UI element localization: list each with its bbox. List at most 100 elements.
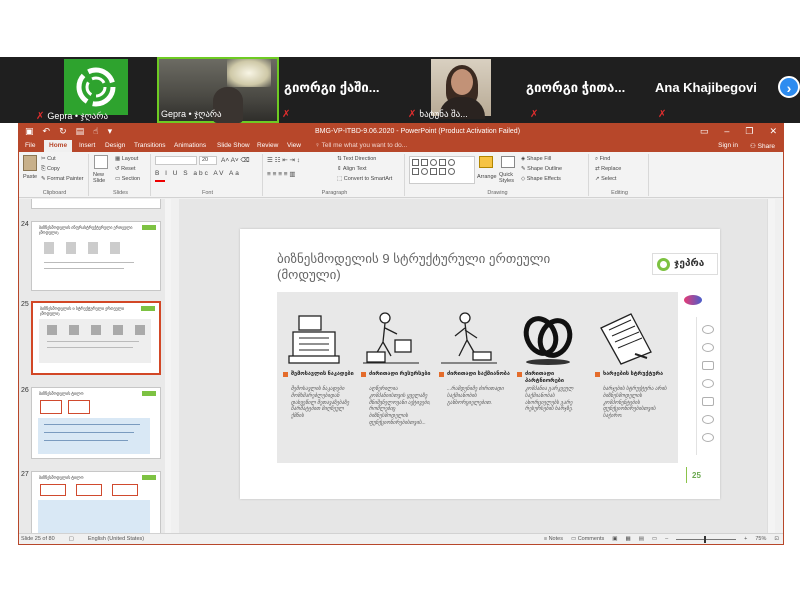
paste-icon[interactable]: [23, 155, 37, 171]
thumbnail-title: ბიზნესმოდელის 9 სტრუქტურული ერთეული (მოდ…: [40, 306, 125, 316]
muted-mic-icon: ✗: [408, 109, 417, 120]
zoom-in-icon[interactable]: +: [744, 536, 747, 542]
rectangle-shape: [412, 159, 419, 166]
normal-view-icon[interactable]: ▣: [612, 536, 617, 542]
minimize-icon[interactable]: –: [724, 126, 729, 137]
shape-outline-button[interactable]: ✎ Shape Outline: [521, 166, 562, 172]
participant-video[interactable]: Gepra • ჯღარა: [157, 57, 279, 123]
current-slide[interactable]: ბიზნესმოდელის 9 სტრუქტურული ერთეული (მოდ…: [240, 229, 720, 499]
next-page-button[interactable]: ›: [778, 76, 800, 98]
tell-me-search[interactable]: ♀ Tell me what you want to do...: [315, 142, 407, 149]
align-buttons[interactable]: ≡ ≡ ≡ ≡ ▥: [267, 170, 296, 178]
oval-shape: [448, 159, 455, 166]
participant-strip: ✗ Gepra • ჯღარა Gepra • ჯღარა გიორგი ქაში…: [0, 57, 800, 123]
tab-insert[interactable]: Insert: [79, 142, 95, 149]
smartart-icon: ⬚: [337, 176, 344, 182]
thumbnail-scrollbar[interactable]: [165, 199, 171, 535]
share-button[interactable]: ⚇ Share: [750, 142, 775, 150]
reset-button[interactable]: ↺ Reset: [115, 166, 136, 172]
partner-logo-icon: [702, 415, 714, 424]
fit-slide-icon[interactable]: ⊡: [774, 536, 779, 542]
comments-button[interactable]: ▭ Comments: [571, 536, 604, 542]
cut-button[interactable]: ✂ Cut: [41, 156, 56, 162]
ribbon-display-icon[interactable]: ▭: [700, 126, 709, 137]
orange-bullet: [595, 372, 600, 377]
participant-tile[interactable]: ✗ Gepra • ჯღარა: [0, 57, 156, 123]
zoom-level[interactable]: 75%: [755, 536, 766, 542]
slide-title[interactable]: ბიზნესმოდელის 9 სტრუქტურული ერთეული (მოდ…: [277, 251, 617, 283]
redo-icon[interactable]: ↻: [59, 126, 67, 137]
shape-fill-button[interactable]: ◈ Shape Fill: [521, 156, 551, 162]
participant-name: ✗ ხატუნა შა...: [408, 109, 468, 120]
notes-button[interactable]: ≡ Notes: [544, 536, 563, 542]
start-slideshow-icon[interactable]: ▤: [76, 126, 85, 137]
font-size-buttons[interactable]: A˄ A˅ ⌫: [221, 156, 250, 164]
editing-group: ⌕ Find ⇄ Replace ➚ Select Editing: [591, 154, 649, 196]
shape-effects-button[interactable]: ◇ Shape Effects: [521, 176, 561, 182]
thumbnail-slide-27[interactable]: ბიზნესმოდელის ტილო: [31, 471, 161, 535]
font-name-field[interactable]: [155, 156, 197, 165]
replace-button[interactable]: ⇄ Replace: [595, 166, 621, 172]
participant-name: გიორგი ქაში...: [284, 80, 380, 95]
quick-styles-icon[interactable]: [501, 156, 515, 168]
language-indicator[interactable]: English (United States): [88, 536, 144, 542]
editor-scrollbar[interactable]: [767, 199, 775, 535]
text-direction-button[interactable]: ⇅ Text Direction: [337, 156, 376, 162]
participant-photo[interactable]: [431, 59, 491, 119]
customize-toolbar-icon[interactable]: ▾: [108, 126, 113, 137]
find-button[interactable]: ⌕ Find: [595, 156, 610, 163]
paste-button[interactable]: Paste: [23, 174, 37, 180]
format-painter-button[interactable]: ✎ Format Painter: [41, 176, 84, 182]
new-slide-icon[interactable]: [94, 155, 108, 169]
font-size-field[interactable]: 20: [199, 156, 217, 165]
share-icon: ⚇: [750, 143, 758, 150]
tab-file[interactable]: File: [25, 142, 35, 149]
slideshow-view-icon[interactable]: ▭: [652, 536, 657, 542]
align-text-button[interactable]: ⇕ Align Text: [337, 166, 367, 172]
sign-in-link[interactable]: Sign in: [718, 142, 738, 150]
documents-icon: [600, 313, 652, 365]
shapes-gallery[interactable]: [409, 156, 475, 184]
zoom-out-icon[interactable]: –: [665, 536, 668, 542]
component-text: ...რამდენიმე ძირითადი საქმიანობის განხორ…: [447, 386, 504, 406]
muted-mic-icon: ✗: [282, 109, 291, 120]
tab-home[interactable]: Home: [44, 140, 73, 152]
tab-design[interactable]: Design: [105, 142, 125, 149]
slide-sorter-icon[interactable]: ▦: [625, 536, 630, 542]
tab-slide-show[interactable]: Slide Show: [217, 142, 250, 149]
reading-view-icon[interactable]: ▤: [639, 536, 644, 542]
components-panel[interactable]: შემოსავლის ნაკადები შემოსავლის ნაკადები …: [277, 292, 678, 463]
maximize-icon[interactable]: ❐: [745, 126, 753, 137]
tab-view[interactable]: View: [287, 142, 301, 149]
arrange-icon[interactable]: [479, 156, 493, 168]
section-button[interactable]: ▭ Section: [115, 176, 140, 182]
arrange-button[interactable]: Arrange: [477, 174, 497, 180]
spellcheck-icon[interactable]: ▢: [69, 536, 74, 542]
new-slide-button[interactable]: New Slide: [93, 172, 113, 184]
font-style-buttons[interactable]: B I U S abc AV Aa: [155, 170, 241, 177]
thumbnail-slide-25[interactable]: ბიზნესმოდელის 9 სტრუქტურული ერთეული (მოდ…: [31, 301, 161, 375]
quick-styles-button[interactable]: Quick Styles: [499, 172, 519, 184]
undo-icon[interactable]: ↶: [43, 126, 51, 137]
copy-button[interactable]: ⎘ Copy: [41, 166, 60, 173]
font-color-swatch[interactable]: [155, 180, 165, 182]
touch-mode-icon[interactable]: ☝: [93, 126, 98, 137]
tab-transitions[interactable]: Transitions: [134, 142, 166, 149]
list-buttons[interactable]: ☰ ☷ ⇤ ⇥ ↕: [267, 156, 300, 164]
save-icon[interactable]: ▣: [25, 126, 34, 137]
comment-icon: ▭: [570, 536, 578, 542]
paragraph-group: ☰ ☷ ⇤ ⇥ ↕ ≡ ≡ ≡ ≡ ▥ ⇅ Text Direction ⇕ A…: [265, 154, 405, 196]
thumbnail-slide-prev[interactable]: [31, 199, 161, 209]
convert-smartart-button[interactable]: ⬚ Convert to SmartArt: [337, 176, 392, 182]
slide-number: 24: [21, 221, 29, 228]
tab-animations[interactable]: Animations: [174, 142, 206, 149]
close-icon[interactable]: ✕: [769, 126, 777, 137]
layout-button[interactable]: ▦ Layout: [115, 156, 138, 162]
zoom-slider[interactable]: [676, 535, 737, 543]
worker-icon: [441, 312, 497, 364]
tab-review[interactable]: Review: [257, 142, 278, 149]
thumbnail-slide-26[interactable]: ბიზნესმოდელის ტილო: [31, 387, 161, 459]
logo-icon: [76, 67, 116, 107]
thumbnail-slide-24[interactable]: ბიზნესმოდელის ინფრასტრუქტურული ერთეული (…: [31, 221, 161, 291]
select-button[interactable]: ➚ Select: [595, 176, 616, 182]
